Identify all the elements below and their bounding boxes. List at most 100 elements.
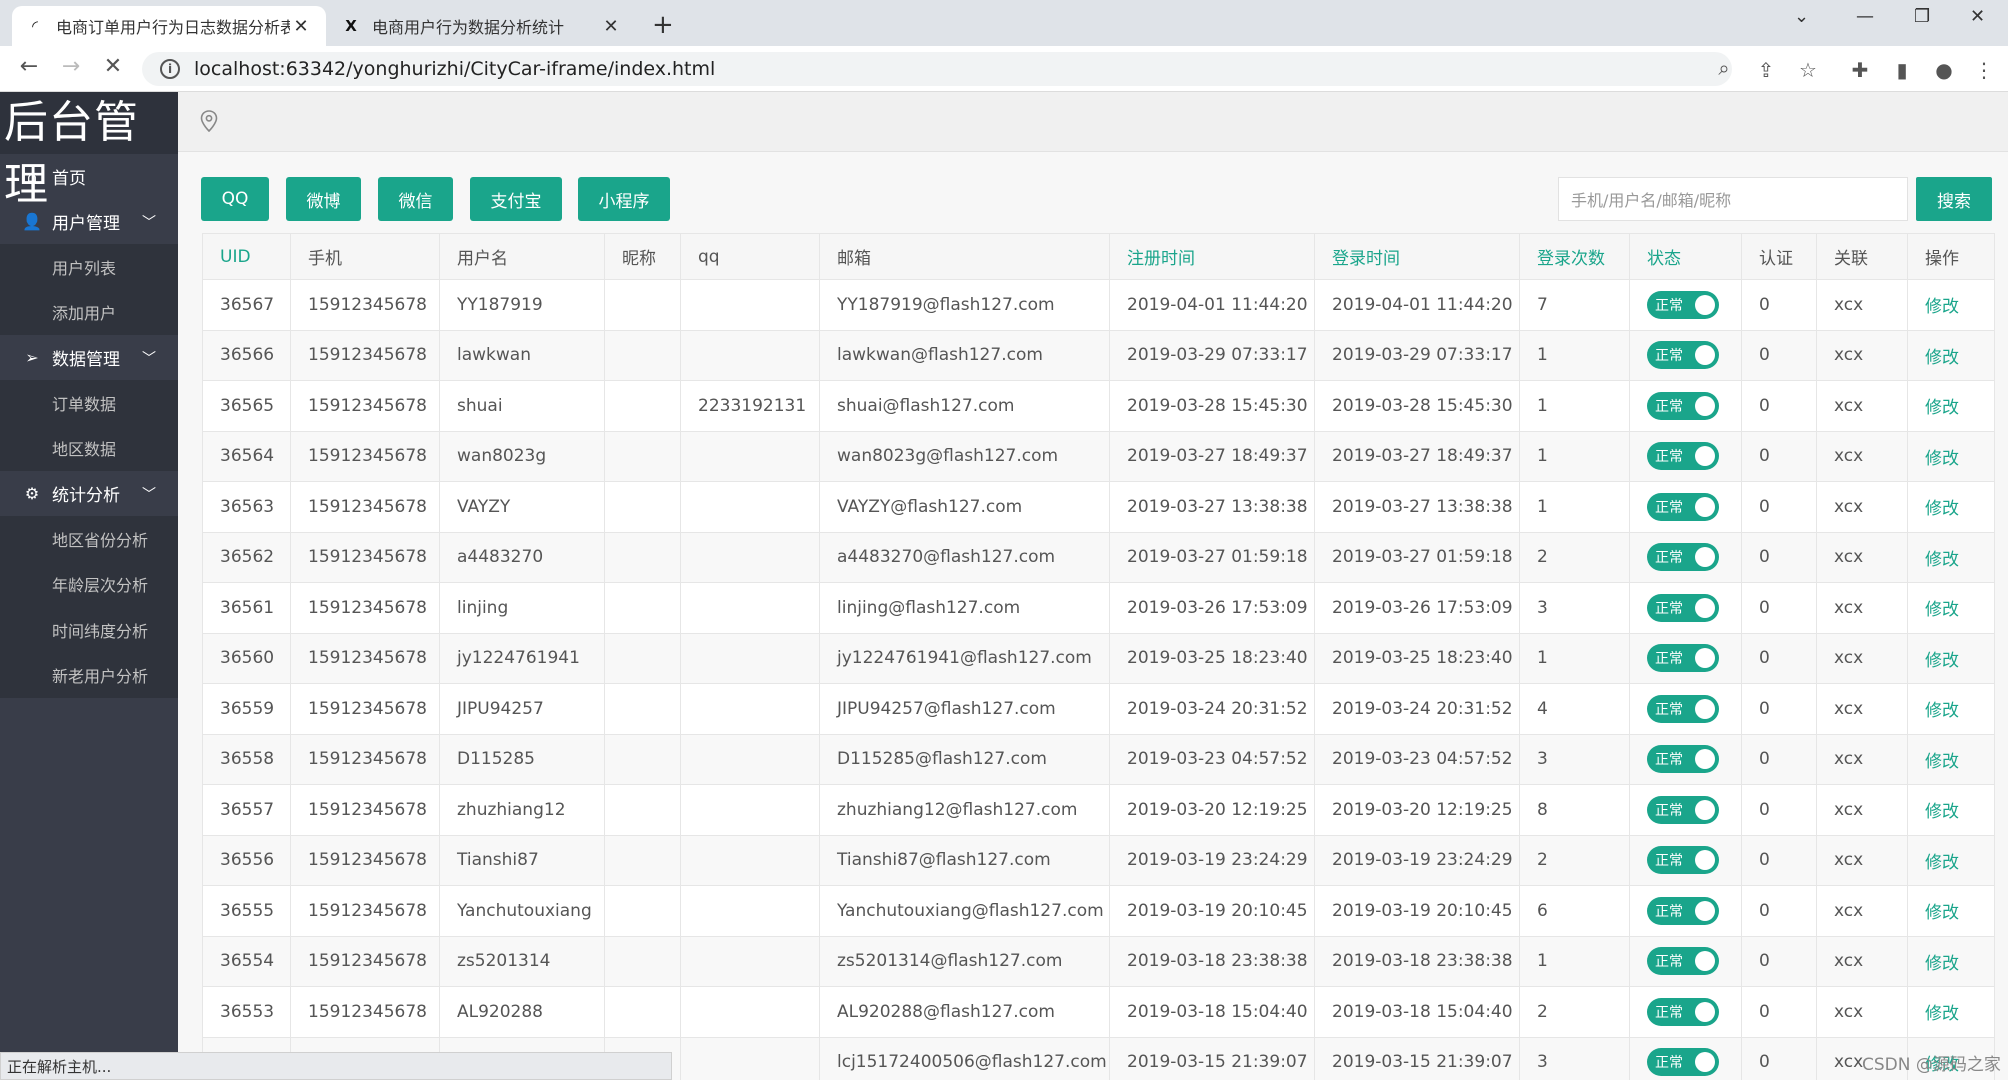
edit-link[interactable]: 修改 — [1925, 701, 1959, 721]
status-toggle[interactable]: 正常 — [1647, 442, 1719, 471]
extensions-icon[interactable]: ✚ — [1846, 58, 1874, 82]
edit-link[interactable]: 修改 — [1925, 398, 1959, 418]
sidebar-group-statistics[interactable]: ⚙ 统计分析 ﹀ — [0, 471, 178, 516]
status-toggle[interactable]: 正常 — [1647, 341, 1719, 370]
column-header-status[interactable]: 状态 — [1629, 233, 1742, 280]
back-icon[interactable]: ← — [14, 54, 44, 79]
status-toggle[interactable]: 正常 — [1647, 947, 1719, 976]
share-icon[interactable]: ⇪ — [1752, 58, 1780, 82]
status-toggle-label: 正常 — [1655, 499, 1683, 516]
cell-phone: 15912345678 — [290, 380, 440, 432]
filter-wechat-button[interactable]: 微信 — [378, 177, 453, 221]
edit-link[interactable]: 修改 — [1925, 853, 1959, 873]
cell-verified: 0 — [1741, 279, 1817, 331]
close-tab-icon[interactable]: ✕ — [290, 16, 312, 37]
browser-tab[interactable]: X 电商用户行为数据分析统计 ✕ — [328, 6, 636, 46]
cell-actions: 修改 — [1907, 834, 1995, 886]
cell-phone: 15912345678 — [290, 632, 440, 684]
sidebar-item-user-list[interactable]: 用户列表 — [0, 244, 178, 290]
cell-login-count: 4 — [1519, 683, 1630, 735]
search-button[interactable]: 搜索 — [1916, 177, 1992, 221]
sidebar-item-add-user[interactable]: 添加用户 — [0, 289, 178, 335]
status-toggle[interactable]: 正常 — [1647, 896, 1719, 925]
edit-link[interactable]: 修改 — [1925, 802, 1959, 822]
cell-email: D115285@flash127.com — [819, 733, 1110, 785]
status-toggle[interactable]: 正常 — [1647, 745, 1719, 774]
edit-link[interactable]: 修改 — [1925, 550, 1959, 570]
status-toggle[interactable]: 正常 — [1647, 391, 1719, 420]
edit-link[interactable]: 修改 — [1925, 954, 1959, 974]
browser-tab-active[interactable]: ◜ 电商订单用户行为日志数据分析表 ✕ — [12, 6, 326, 46]
bookmark-star-icon[interactable]: ☆ — [1794, 58, 1822, 82]
sidebar-group-data-management[interactable]: ➢ 数据管理 ﹀ — [0, 335, 178, 380]
status-toggle[interactable]: 正常 — [1647, 290, 1719, 319]
column-header-register-time[interactable]: 注册时间 — [1109, 233, 1315, 280]
sidebar-item-order-data[interactable]: 订单数据 — [0, 380, 178, 426]
sidebar-item-new-old-user-analysis[interactable]: 新老用户分析 — [0, 652, 178, 698]
edit-link[interactable]: 修改 — [1925, 600, 1959, 620]
side-panel-icon[interactable]: ▮ — [1888, 58, 1916, 82]
edit-link[interactable]: 修改 — [1925, 449, 1959, 469]
filter-alipay-button[interactable]: 支付宝 — [470, 177, 562, 221]
tab-search-icon[interactable]: ⌄ — [1794, 6, 1809, 27]
cell-qq — [680, 885, 820, 937]
sidebar-item-time-analysis[interactable]: 时间纬度分析 — [0, 607, 178, 653]
profile-avatar-icon[interactable]: ● — [1930, 58, 1958, 82]
cell-username: lawkwan — [439, 329, 605, 381]
filter-weibo-button[interactable]: 微博 — [286, 177, 361, 221]
column-header-login-time[interactable]: 登录时间 — [1314, 233, 1520, 280]
sidebar-item-province-analysis[interactable]: 地区省份分析 — [0, 516, 178, 562]
cell-nickname — [604, 582, 681, 634]
forward-icon[interactable]: → — [56, 54, 86, 79]
toggle-knob — [1695, 395, 1715, 416]
status-toggle[interactable]: 正常 — [1647, 593, 1719, 622]
filter-qq-button[interactable]: QQ — [201, 177, 269, 221]
status-toggle[interactable]: 正常 — [1647, 492, 1719, 521]
sidebar-item-region-data[interactable]: 地区数据 — [0, 425, 178, 471]
edit-link[interactable]: 修改 — [1925, 651, 1959, 671]
cell-login-count: 1 — [1519, 329, 1630, 381]
cell-status: 正常 — [1629, 380, 1742, 432]
edit-link[interactable]: 修改 — [1925, 903, 1959, 923]
cell-register-time: 2019-03-19 20:10:45 — [1109, 885, 1315, 937]
status-toggle[interactable]: 正常 — [1647, 997, 1719, 1026]
status-toggle[interactable]: 正常 — [1647, 846, 1719, 875]
sidebar-item-home[interactable]: ⌂ 首页 — [0, 154, 178, 199]
cell-login-time: 2019-03-27 13:38:38 — [1314, 481, 1520, 533]
cell-actions: 修改 — [1907, 784, 1995, 836]
close-window-icon[interactable]: ✕ — [1970, 6, 1985, 27]
minimize-icon[interactable]: — — [1856, 6, 1874, 27]
edit-link[interactable]: 修改 — [1925, 297, 1959, 317]
status-toggle[interactable]: 正常 — [1647, 1048, 1719, 1077]
cell-login-time: 2019-03-18 15:04:40 — [1314, 986, 1520, 1038]
site-info-icon[interactable]: i — [160, 59, 180, 79]
close-tab-icon[interactable]: ✕ — [600, 16, 622, 37]
status-toggle[interactable]: 正常 — [1647, 543, 1719, 572]
edit-link[interactable]: 修改 — [1925, 752, 1959, 772]
cell-qq — [680, 430, 820, 482]
column-header-uid[interactable]: UID — [202, 233, 291, 280]
status-toggle[interactable]: 正常 — [1647, 795, 1719, 824]
sidebar-item-age-analysis[interactable]: 年龄层次分析 — [0, 561, 178, 607]
filter-miniprogram-button[interactable]: 小程序 — [578, 177, 670, 221]
edit-link[interactable]: 修改 — [1925, 1004, 1959, 1024]
chevron-down-icon: ﹀ — [142, 214, 156, 231]
more-menu-icon[interactable]: ⋮ — [1970, 58, 1998, 82]
edit-link[interactable]: 修改 — [1925, 348, 1959, 368]
stop-loading-icon[interactable]: ✕ — [98, 54, 128, 79]
zoom-icon[interactable]: ⌕ — [1710, 56, 1738, 80]
cell-qq — [680, 582, 820, 634]
cell-status: 正常 — [1629, 279, 1742, 331]
edit-link[interactable]: 修改 — [1925, 499, 1959, 519]
address-bar[interactable]: i localhost:63342/yonghurizhi/CityCar-if… — [142, 52, 1732, 86]
cell-status: 正常 — [1629, 885, 1742, 937]
status-toggle[interactable]: 正常 — [1647, 694, 1719, 723]
sidebar-group-user-management[interactable]: 👤 用户管理 ﹀ — [0, 199, 178, 244]
column-header-login-count[interactable]: 登录次数 — [1519, 233, 1630, 280]
status-toggle[interactable]: 正常 — [1647, 644, 1719, 673]
new-tab-button[interactable]: + — [652, 10, 674, 40]
search-input[interactable]: 手机/用户名/邮箱/昵称 — [1558, 177, 1908, 221]
cell-qq — [680, 632, 820, 684]
cell-phone: 15912345678 — [290, 279, 440, 331]
restore-icon[interactable]: ❐ — [1914, 6, 1930, 27]
